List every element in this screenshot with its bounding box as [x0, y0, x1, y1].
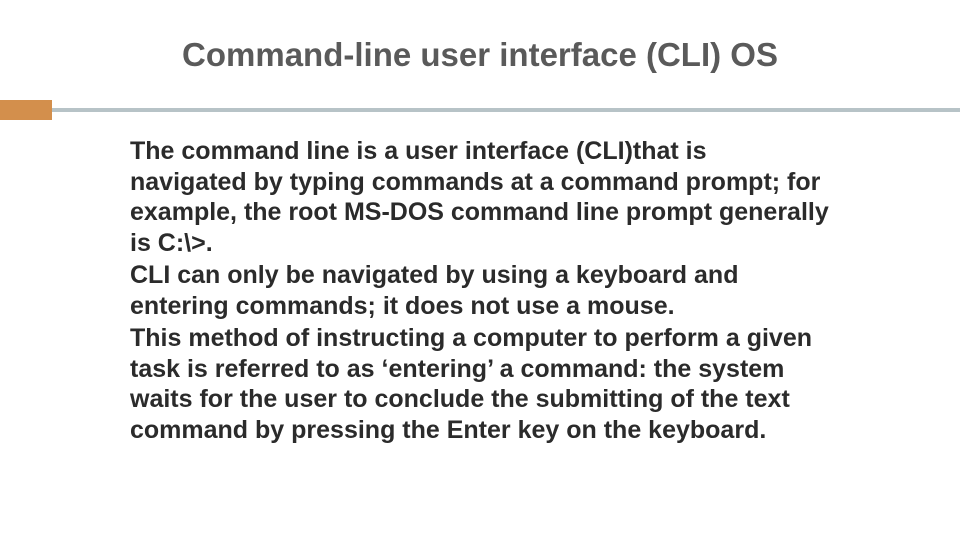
slide-body: The command line is a user interface (CL…: [130, 136, 830, 447]
divider-line: [52, 108, 960, 112]
slide-title: Command-line user interface (CLI) OS: [0, 36, 960, 74]
body-paragraph: The command line is a user interface (CL…: [130, 136, 830, 258]
body-paragraph: CLI can only be navigated by using a key…: [130, 260, 830, 321]
slide: Command-line user interface (CLI) OS The…: [0, 0, 960, 540]
title-divider: [0, 100, 960, 120]
body-paragraph: This method of instructing a computer to…: [130, 323, 830, 445]
accent-box: [0, 100, 52, 120]
